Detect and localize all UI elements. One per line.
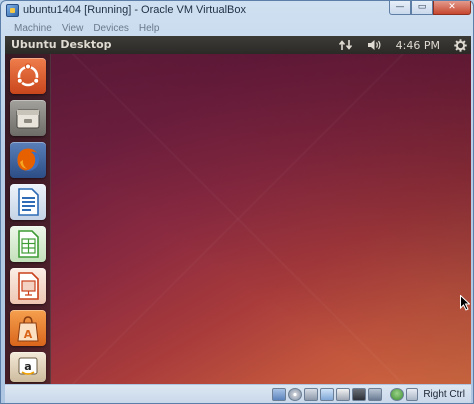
optical-drive-icon[interactable] — [288, 387, 303, 401]
menu-devices[interactable]: Devices — [88, 23, 134, 34]
host-key-label: Right Ctrl — [423, 388, 465, 400]
mouse-cursor-icon — [460, 295, 470, 311]
maximize-button[interactable]: ▭ — [411, 1, 433, 15]
mouse-integration-icon[interactable] — [390, 387, 405, 401]
shared-folders-icon[interactable] — [320, 387, 335, 401]
svg-text:A: A — [24, 328, 33, 341]
libreoffice-writer-icon[interactable] — [10, 184, 46, 220]
network-icon[interactable] — [338, 39, 353, 51]
status-bar: Right Ctrl — [5, 385, 471, 403]
virtualbox-app-icon[interactable] — [6, 4, 19, 17]
unity-launcher: A a — [5, 54, 51, 384]
panel-indicators: 4:46 PM — [338, 36, 467, 54]
guest-screen[interactable]: Ubuntu Desktop 4:46 PM A a — [5, 36, 471, 384]
window-controls: — ▭ ✕ — [389, 1, 471, 17]
display-icon[interactable] — [336, 387, 351, 401]
libreoffice-calc-icon[interactable] — [10, 226, 46, 262]
host-key-arrow-icon — [406, 387, 419, 401]
svg-text:a: a — [24, 360, 31, 373]
video-capture-icon[interactable] — [352, 387, 367, 401]
amazon-icon[interactable]: a — [10, 352, 46, 382]
panel-title: Ubuntu Desktop — [11, 38, 112, 51]
close-button[interactable]: ✕ — [433, 1, 471, 15]
window-title: ubuntu1404 [Running] - Oracle VM Virtual… — [23, 4, 246, 16]
virtualbox-window: ubuntu1404 [Running] - Oracle VM Virtual… — [0, 0, 474, 404]
network-adapter-icon[interactable] — [368, 387, 383, 401]
menu-bar: Machine View Devices Help — [5, 20, 471, 36]
dash-home-icon[interactable] — [10, 58, 46, 94]
volume-icon[interactable] — [367, 39, 382, 51]
libreoffice-impress-icon[interactable] — [10, 268, 46, 304]
menu-help[interactable]: Help — [134, 23, 165, 34]
ubuntu-top-panel: Ubuntu Desktop 4:46 PM — [5, 36, 471, 54]
firefox-icon[interactable] — [10, 142, 46, 178]
hard-disk-icon[interactable] — [272, 387, 287, 401]
menu-view[interactable]: View — [57, 23, 89, 34]
minimize-button[interactable]: — — [389, 1, 411, 15]
title-bar[interactable]: ubuntu1404 [Running] - Oracle VM Virtual… — [1, 1, 474, 20]
desktop-wallpaper[interactable] — [5, 54, 471, 384]
usb-icon[interactable] — [304, 387, 319, 401]
menu-machine[interactable]: Machine — [9, 23, 57, 34]
power-gear-icon[interactable] — [454, 38, 467, 52]
panel-clock[interactable]: 4:46 PM — [396, 39, 440, 52]
files-icon[interactable] — [10, 100, 46, 136]
ubuntu-software-center-icon[interactable]: A — [10, 310, 46, 346]
